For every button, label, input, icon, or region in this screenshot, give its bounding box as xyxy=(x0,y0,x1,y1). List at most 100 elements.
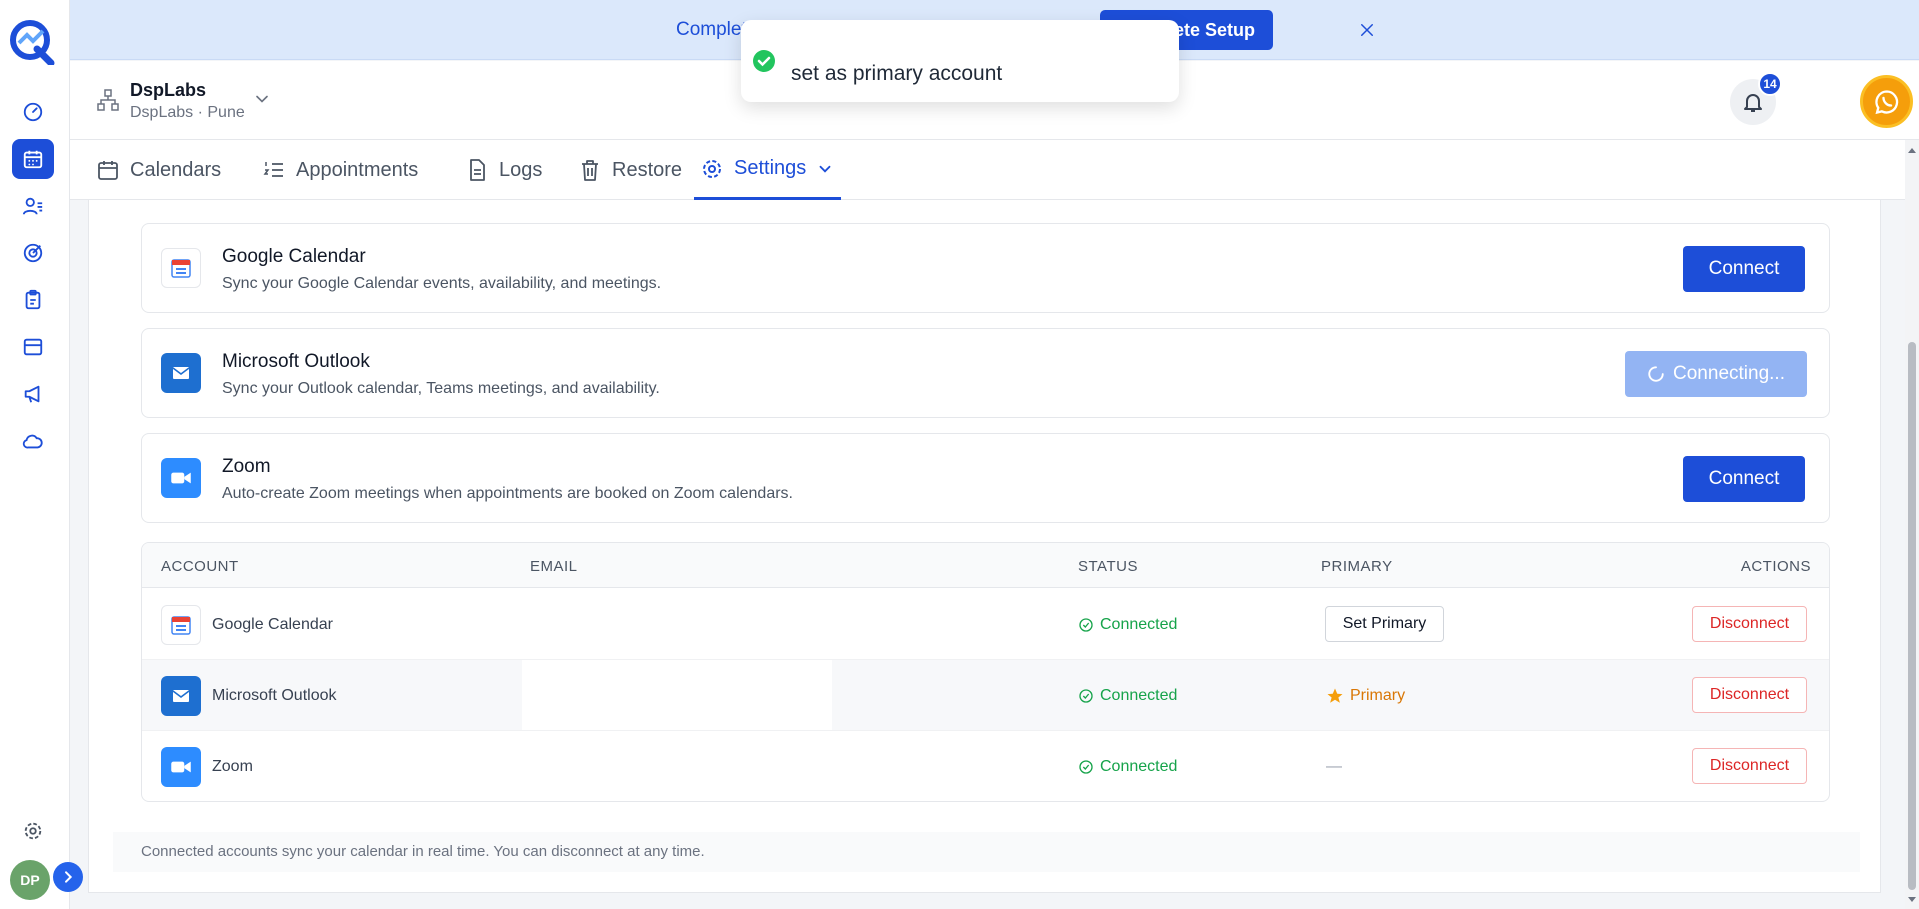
primary-empty: — xyxy=(1326,758,1342,775)
video-camera-icon xyxy=(171,472,191,484)
footer-note: Connected accounts sync your calendar in… xyxy=(141,843,705,860)
tab-label: Settings xyxy=(734,157,807,179)
nav-tasks[interactable] xyxy=(12,280,54,320)
header-actions: ACTIONS xyxy=(1740,558,1811,575)
google-calendar-logo xyxy=(161,605,201,645)
google-calendar-logo xyxy=(161,248,201,288)
left-sidebar: DP xyxy=(0,0,83,909)
spinner-icon xyxy=(1648,366,1664,382)
header-status: STATUS xyxy=(1078,558,1138,575)
disconnect-button[interactable]: Disconnect xyxy=(1692,748,1807,784)
tab-calendars[interactable]: Calendars xyxy=(96,140,221,200)
integration-card-google: Google Calendar Sync your Google Calenda… xyxy=(141,223,1830,313)
speedometer-icon xyxy=(23,102,43,122)
header-primary: PRIMARY xyxy=(1321,558,1393,575)
tab-label: Appointments xyxy=(296,158,419,181)
nav-inbox[interactable] xyxy=(12,327,54,367)
star-icon xyxy=(1327,688,1343,703)
tab-settings[interactable]: Settings xyxy=(694,140,841,200)
banner-close-button[interactable] xyxy=(1355,18,1379,42)
primary-text: Primary xyxy=(1350,687,1406,704)
bell-icon xyxy=(1744,94,1762,112)
integration-title: Zoom xyxy=(222,456,271,477)
gear-icon xyxy=(703,159,721,178)
notification-count-badge: 14 xyxy=(1758,72,1782,96)
status-text: Connected xyxy=(1100,616,1178,633)
primary-badge: Primary xyxy=(1326,687,1405,705)
account-name: Zoom xyxy=(212,758,253,775)
integration-description: Auto-create Zoom meetings when appointme… xyxy=(222,485,793,502)
sitemap-icon xyxy=(97,89,119,111)
integration-card-outlook: Microsoft Outlook Sync your Outlook cale… xyxy=(141,328,1830,418)
nav-settings[interactable] xyxy=(12,811,54,851)
integration-description: Sync your Google Calendar events, availa… xyxy=(222,275,662,292)
status-text: Connected xyxy=(1100,758,1178,775)
nav-cloud[interactable] xyxy=(12,421,54,461)
zoom-connect-button[interactable]: Connect xyxy=(1683,456,1805,502)
outlook-mail-icon xyxy=(172,367,190,379)
footer-note-bar: Connected accounts sync your calendar in… xyxy=(113,832,1860,872)
header-account: ACCOUNT xyxy=(161,558,239,575)
sidebar-expand-button[interactable] xyxy=(53,862,83,892)
scroll-down-arrow-icon[interactable] xyxy=(1905,894,1919,906)
account-name: Google Calendar xyxy=(212,616,333,633)
integration-title: Microsoft Outlook xyxy=(222,351,370,372)
table-row: Microsoft Outlook Connected Primary Disc… xyxy=(142,660,1829,731)
status-badge: Connected xyxy=(1078,687,1177,705)
numbered-list-icon xyxy=(263,162,283,177)
check-circle-icon xyxy=(1079,689,1093,703)
user-list-icon xyxy=(22,197,43,215)
zoom-logo xyxy=(161,747,201,787)
video-camera-icon xyxy=(171,761,191,773)
nav-goals[interactable] xyxy=(12,233,54,273)
nav-campaigns[interactable] xyxy=(12,374,54,414)
clipboard-icon xyxy=(25,289,41,310)
chevron-down-icon xyxy=(819,165,831,173)
outlook-logo xyxy=(161,353,201,393)
nav-contacts[interactable] xyxy=(12,186,54,226)
disconnect-button[interactable]: Disconnect xyxy=(1692,606,1807,642)
status-badge: Connected xyxy=(1078,616,1177,634)
status-text: Connected xyxy=(1100,687,1178,704)
close-icon xyxy=(1361,24,1373,36)
tab-label: Calendars xyxy=(130,158,222,181)
table-row: Google Calendar Connected Set Primary Di… xyxy=(142,589,1829,660)
target-icon xyxy=(23,243,43,263)
nav-dashboard[interactable] xyxy=(12,92,54,132)
chevron-down-icon[interactable] xyxy=(252,89,272,109)
settings-content: Google Calendar Sync your Google Calenda… xyxy=(88,200,1881,893)
google-calendar-icon xyxy=(171,616,191,635)
scroll-up-arrow-icon[interactable] xyxy=(1905,144,1919,156)
google-connect-button[interactable]: Connect xyxy=(1683,246,1805,292)
sidebar-avatar[interactable]: DP xyxy=(10,860,50,900)
tab-bar: Calendars Appointments Logs Restore Sett… xyxy=(70,140,1905,200)
integration-card-zoom: Zoom Auto-create Zoom meetings when appo… xyxy=(141,433,1830,523)
check-circle-icon xyxy=(1079,618,1093,632)
app-logo[interactable] xyxy=(9,19,55,67)
tab-logs[interactable]: Logs xyxy=(465,140,542,200)
success-check-icon xyxy=(753,50,775,72)
tab-appointments[interactable]: Appointments xyxy=(262,140,418,200)
whatsapp-button[interactable] xyxy=(1860,75,1913,128)
table-header: ACCOUNT EMAIL STATUS PRIMARY ACTIONS xyxy=(142,543,1829,588)
gear-icon xyxy=(24,822,42,840)
outlook-connecting-button[interactable]: Connecting... xyxy=(1625,351,1807,397)
nav-calendar[interactable] xyxy=(12,139,54,179)
integration-title: Google Calendar xyxy=(222,246,366,267)
connected-accounts-table: ACCOUNT EMAIL STATUS PRIMARY ACTIONS Goo… xyxy=(141,542,1830,802)
megaphone-icon xyxy=(24,385,40,403)
status-badge: Connected xyxy=(1078,758,1177,776)
set-primary-button[interactable]: Set Primary xyxy=(1325,606,1444,642)
tab-label: Logs xyxy=(499,158,543,181)
zoom-logo xyxy=(161,458,201,498)
tab-restore[interactable]: Restore xyxy=(578,140,682,200)
tab-label: Restore xyxy=(612,158,683,181)
org-name[interactable]: DspLabs xyxy=(130,80,206,101)
account-name: Microsoft Outlook xyxy=(212,687,337,704)
disconnect-button[interactable]: Disconnect xyxy=(1692,677,1807,713)
scrollbar-thumb[interactable] xyxy=(1908,342,1916,890)
table-row: Zoom Connected — Disconnect xyxy=(142,731,1829,801)
integration-description: Sync your Outlook calendar, Teams meetin… xyxy=(222,380,660,397)
calendar-icon xyxy=(98,161,118,180)
document-icon xyxy=(470,159,485,181)
